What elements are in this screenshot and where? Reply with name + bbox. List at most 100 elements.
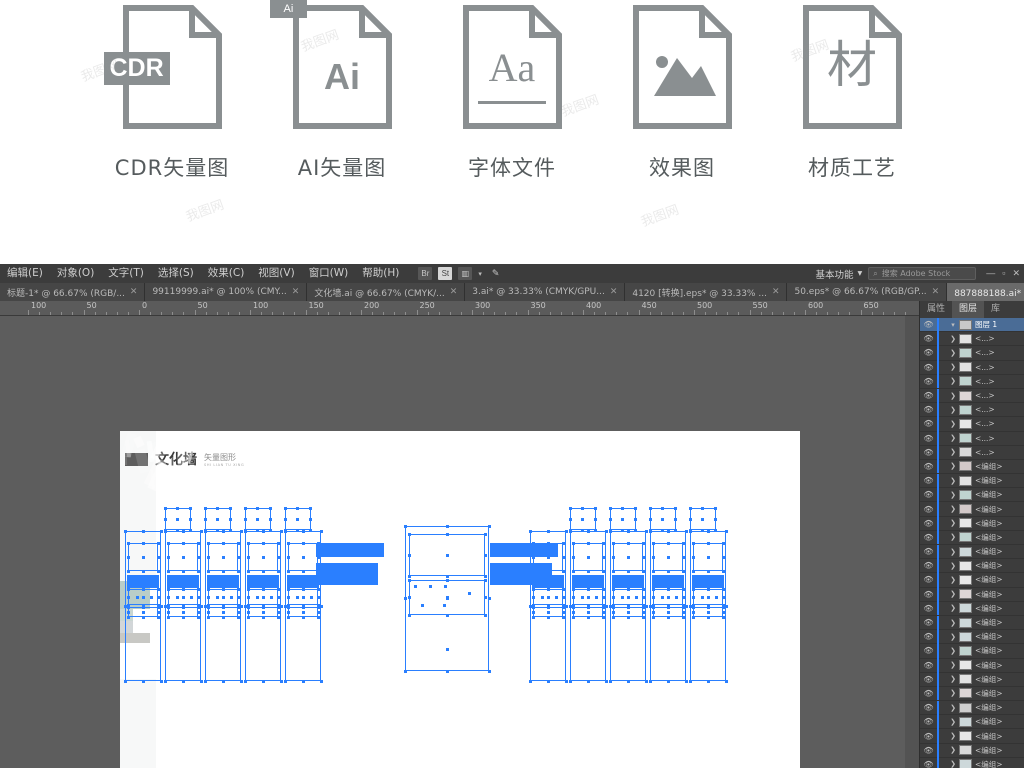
chevron-right-icon[interactable]: ❯ [947,505,959,513]
layer-row[interactable]: 👁 ❯ <编组> [920,687,1024,701]
eye-icon[interactable]: 👁 [920,334,937,343]
chevron-right-icon[interactable]: ❯ [947,420,959,428]
close-icon[interactable]: ✕ [772,287,780,297]
menu-item-edit[interactable]: 编辑(E) [0,264,50,283]
chevron-right-icon[interactable]: ❯ [947,604,959,612]
eye-icon[interactable]: 👁 [920,675,937,684]
layer-row[interactable]: 👁 ❯ <编组> [920,502,1024,516]
eye-icon[interactable]: 👁 [920,575,937,584]
layer-row[interactable]: 👁 ❯ <...> [920,389,1024,403]
chevron-right-icon[interactable]: ❯ [947,448,959,456]
document-tab[interactable]: 文化墙.ai @ 66.67% (CMYK/... ✕ [307,283,465,301]
chevron-right-icon[interactable]: ❯ [947,392,959,400]
menu-item-help[interactable]: 帮助(H) [355,264,406,283]
chevron-right-icon[interactable]: ❯ [947,619,959,627]
chevron-right-icon[interactable]: ❯ [947,661,959,669]
layer-row[interactable]: 👁 ❯ <编组> [920,644,1024,658]
chevron-right-icon[interactable]: ❯ [947,548,959,556]
layer-row[interactable]: 👁 ❯ <编组> [920,758,1024,768]
layer-row-root[interactable]: 👁 ▾ 图层 1 [920,318,1024,332]
eye-icon[interactable]: 👁 [920,717,937,726]
horizontal-ruler[interactable]: 100 50 0 50 100 150 200 250 300 350 400 450 500 550 60… [0,301,919,316]
chevron-right-icon[interactable]: ❯ [947,377,959,385]
bridge-icon[interactable]: Br [418,267,432,280]
chevron-right-icon[interactable]: ❯ [947,562,959,570]
layer-row[interactable]: 👁 ❯ <编组> [920,573,1024,587]
panel-tab-layers[interactable]: 图层 [952,301,984,318]
document-tab[interactable]: 99119999.ai* @ 100% (CMY... ✕ [145,283,307,301]
eye-icon[interactable]: 👁 [920,363,937,372]
canvas-area[interactable]: 文化墙 矢量图形 SHI LIAN TU XING 制作 说明 1.文件图以序缩… [0,316,905,768]
stock-search-input[interactable]: ⌕ 搜索 Adobe Stock [868,267,976,280]
selected-text-block[interactable] [572,575,604,588]
layer-row[interactable]: 👁 ❯ <编组> [920,488,1024,502]
layer-row[interactable]: 👁 ❯ <...> [920,432,1024,446]
document-tab[interactable]: 3.ai* @ 33.33% (CMYK/GPU... ✕ [465,283,625,301]
eye-icon[interactable]: 👁 [920,547,937,556]
document-tab[interactable]: 50.eps* @ 66.67% (RGB/GP... ✕ [787,283,947,301]
brush-icon[interactable]: ✎ [492,268,500,279]
selected-text-block[interactable] [652,575,684,588]
chevron-right-icon[interactable]: ❯ [947,675,959,683]
selected-text-block[interactable] [316,563,378,585]
selected-text-block[interactable] [490,543,558,557]
selected-text-block[interactable] [692,575,724,588]
chevron-right-icon[interactable]: ❯ [947,647,959,655]
close-icon[interactable]: ✕ [292,287,300,297]
layer-row[interactable]: 👁 ❯ <编组> [920,729,1024,743]
close-icon[interactable]: ✕ [610,287,618,297]
eye-icon[interactable]: 👁 [920,746,937,755]
selected-text-block[interactable] [167,575,199,588]
chevron-right-icon[interactable]: ❯ [947,576,959,584]
chevron-right-icon[interactable]: ❯ [947,434,959,442]
arrange-documents-icon[interactable]: ▥ [458,267,472,280]
selected-text-block[interactable] [247,575,279,588]
panel-tab-libraries[interactable]: 库 [984,301,1007,318]
chevron-right-icon[interactable]: ❯ [947,533,959,541]
chevron-right-icon[interactable]: ❯ [947,732,959,740]
chevron-right-icon[interactable]: ❯ [947,760,959,768]
eye-icon[interactable]: 👁 [920,590,937,599]
chevron-right-icon[interactable]: ❯ [947,363,959,371]
workspace-selector[interactable]: 基本功能 ▾ [815,267,862,281]
layer-row[interactable]: 👁 ❯ <...> [920,417,1024,431]
chevron-right-icon[interactable]: ❯ [947,335,959,343]
chevron-right-icon[interactable]: ❯ [947,519,959,527]
close-button[interactable]: ✕ [1012,268,1020,279]
layer-row[interactable]: 👁 ❯ <...> [920,375,1024,389]
layer-row[interactable]: 👁 ❯ <编组> [920,517,1024,531]
artwork-graphics[interactable] [120,431,800,768]
eye-icon[interactable]: 👁 [920,476,937,485]
eye-icon[interactable]: 👁 [920,462,937,471]
layer-row[interactable]: 👁 ❯ <编组> [920,531,1024,545]
layer-row[interactable]: 👁 ❯ <编组> [920,602,1024,616]
menu-item-effect[interactable]: 效果(C) [201,264,252,283]
layer-row[interactable]: 👁 ❯ <编组> [920,474,1024,488]
selected-text-block[interactable] [316,543,384,557]
layer-row[interactable]: 👁 ❯ <...> [920,361,1024,375]
eye-icon[interactable]: 👁 [920,391,937,400]
artwork-color-block[interactable] [120,633,150,643]
chevron-right-icon[interactable]: ❯ [947,689,959,697]
layer-row[interactable]: 👁 ❯ <...> [920,403,1024,417]
minimize-button[interactable]: — [986,268,995,279]
maximize-button[interactable]: ▫ [1002,268,1005,279]
menu-item-object[interactable]: 对象(O) [50,264,101,283]
eye-icon[interactable]: 👁 [920,732,937,741]
eye-icon[interactable]: 👁 [920,661,937,670]
stock-icon[interactable]: St [438,267,452,280]
layer-row[interactable]: 👁 ❯ <编组> [920,715,1024,729]
close-icon[interactable]: ✕ [130,287,138,297]
layer-row[interactable]: 👁 ❯ <编组> [920,630,1024,644]
selected-text-block[interactable] [287,575,319,588]
selected-text-block[interactable] [207,575,239,588]
chevron-right-icon[interactable]: ❯ [947,477,959,485]
eye-icon[interactable]: 👁 [920,405,937,414]
close-icon[interactable]: ✕ [932,287,940,297]
eye-icon[interactable]: 👁 [920,689,937,698]
eye-icon[interactable]: 👁 [920,533,937,542]
eye-icon[interactable]: 👁 [920,348,937,357]
eye-icon[interactable]: 👁 [920,320,937,329]
panel-tab-properties[interactable]: 属性 [920,301,952,318]
eye-icon[interactable]: 👁 [920,632,937,641]
